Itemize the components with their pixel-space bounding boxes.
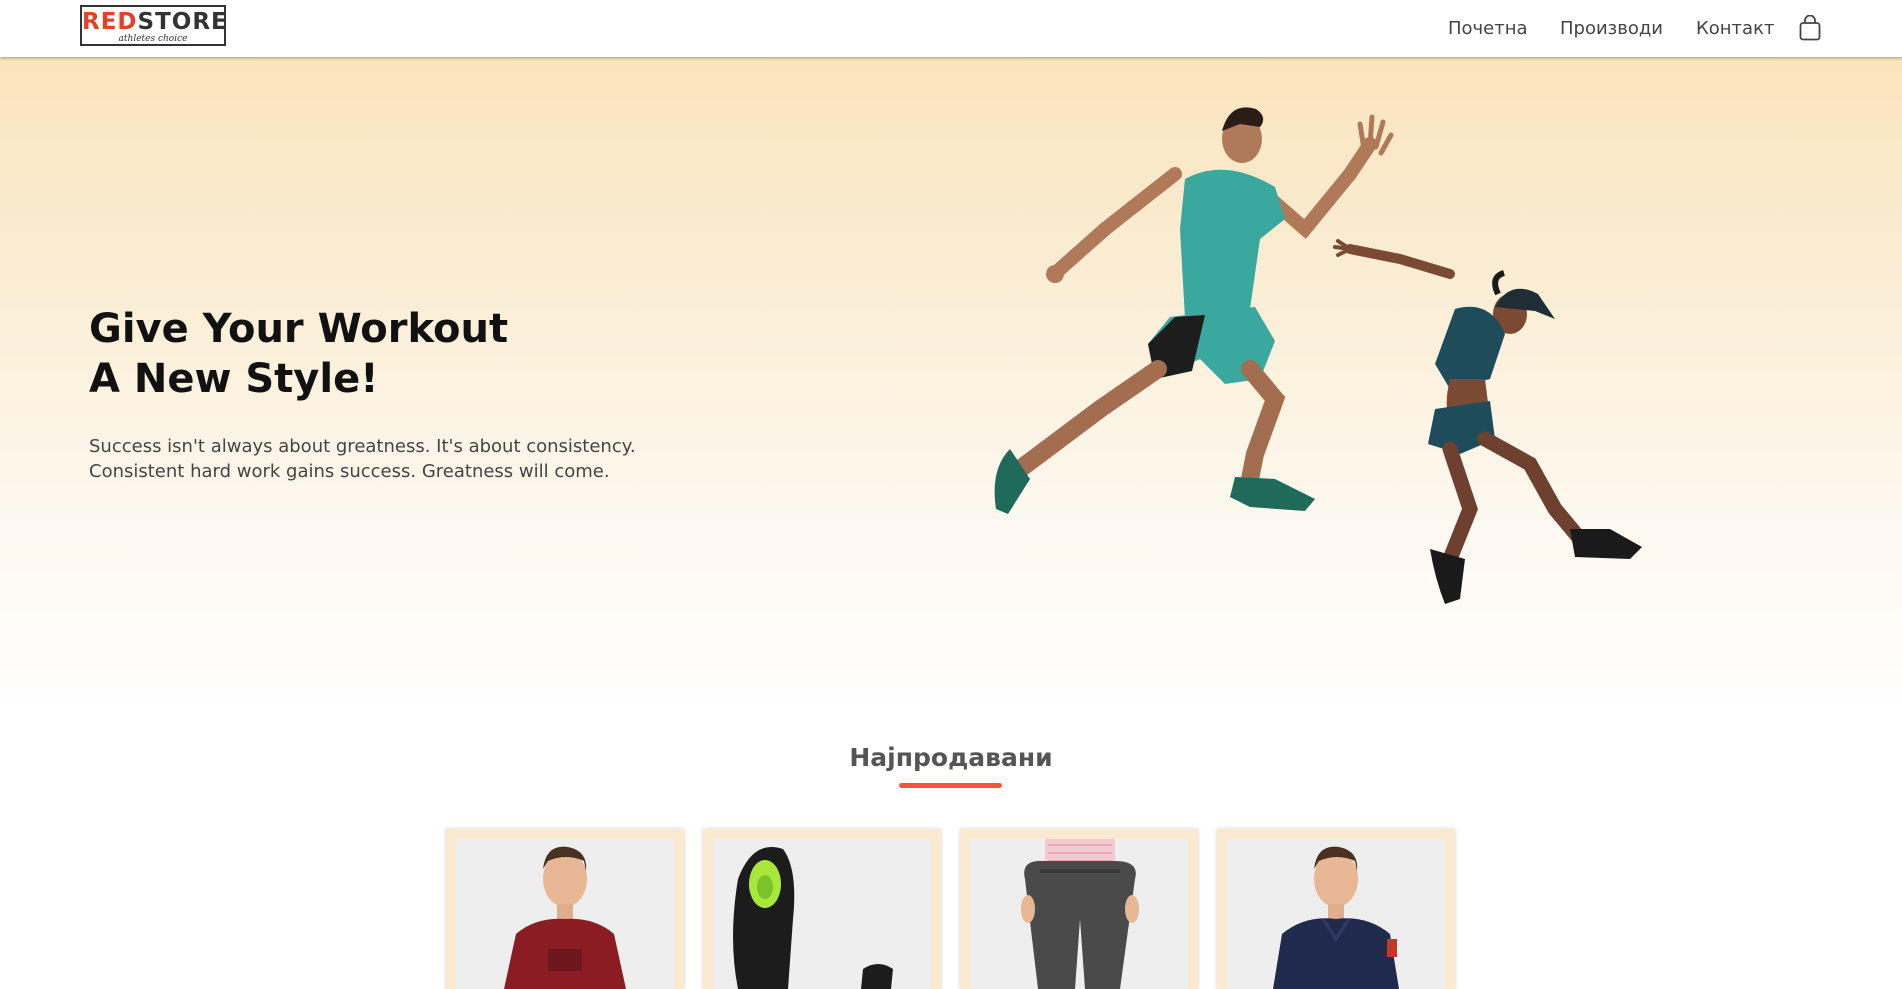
- product-image-red-tshirt: [456, 839, 674, 989]
- redstore-logo[interactable]: REDSTORE athletes choice: [80, 5, 228, 46]
- athletes-hero-image: [994, 107, 1642, 604]
- female-athlete-figure: [1333, 239, 1642, 604]
- product-card[interactable]: [446, 829, 684, 989]
- product-card[interactable]: [1217, 829, 1455, 989]
- product-image-black-shoe: [713, 839, 931, 989]
- nav-link-home[interactable]: Почетна: [1448, 18, 1528, 40]
- nav-link-products[interactable]: Производи: [1560, 18, 1663, 40]
- product-card[interactable]: [960, 829, 1198, 989]
- nav-link-contact[interactable]: Контакт: [1696, 18, 1774, 40]
- title-underline: [899, 783, 1002, 788]
- shopping-bag-icon[interactable]: [1799, 15, 1821, 41]
- featured-products-title: Најпродавани: [849, 743, 1053, 772]
- product-image-navy-polo: [1227, 839, 1445, 989]
- logo-wordmark: REDSTORE: [82, 9, 228, 35]
- hero-tagline: Success isn't always about greatness. It…: [89, 436, 636, 482]
- hero-section: Give Your Workout A New Style! Success is…: [0, 57, 1902, 713]
- navbar: REDSTORE athletes choice Почетна Произво…: [0, 0, 1902, 57]
- hero-title: Give Your Workout A New Style!: [89, 306, 509, 402]
- male-runner-figure: [994, 107, 1394, 514]
- product-card[interactable]: [703, 829, 941, 989]
- logo-tagline: athletes choice: [118, 34, 188, 44]
- product-image-grey-joggers: [970, 839, 1188, 989]
